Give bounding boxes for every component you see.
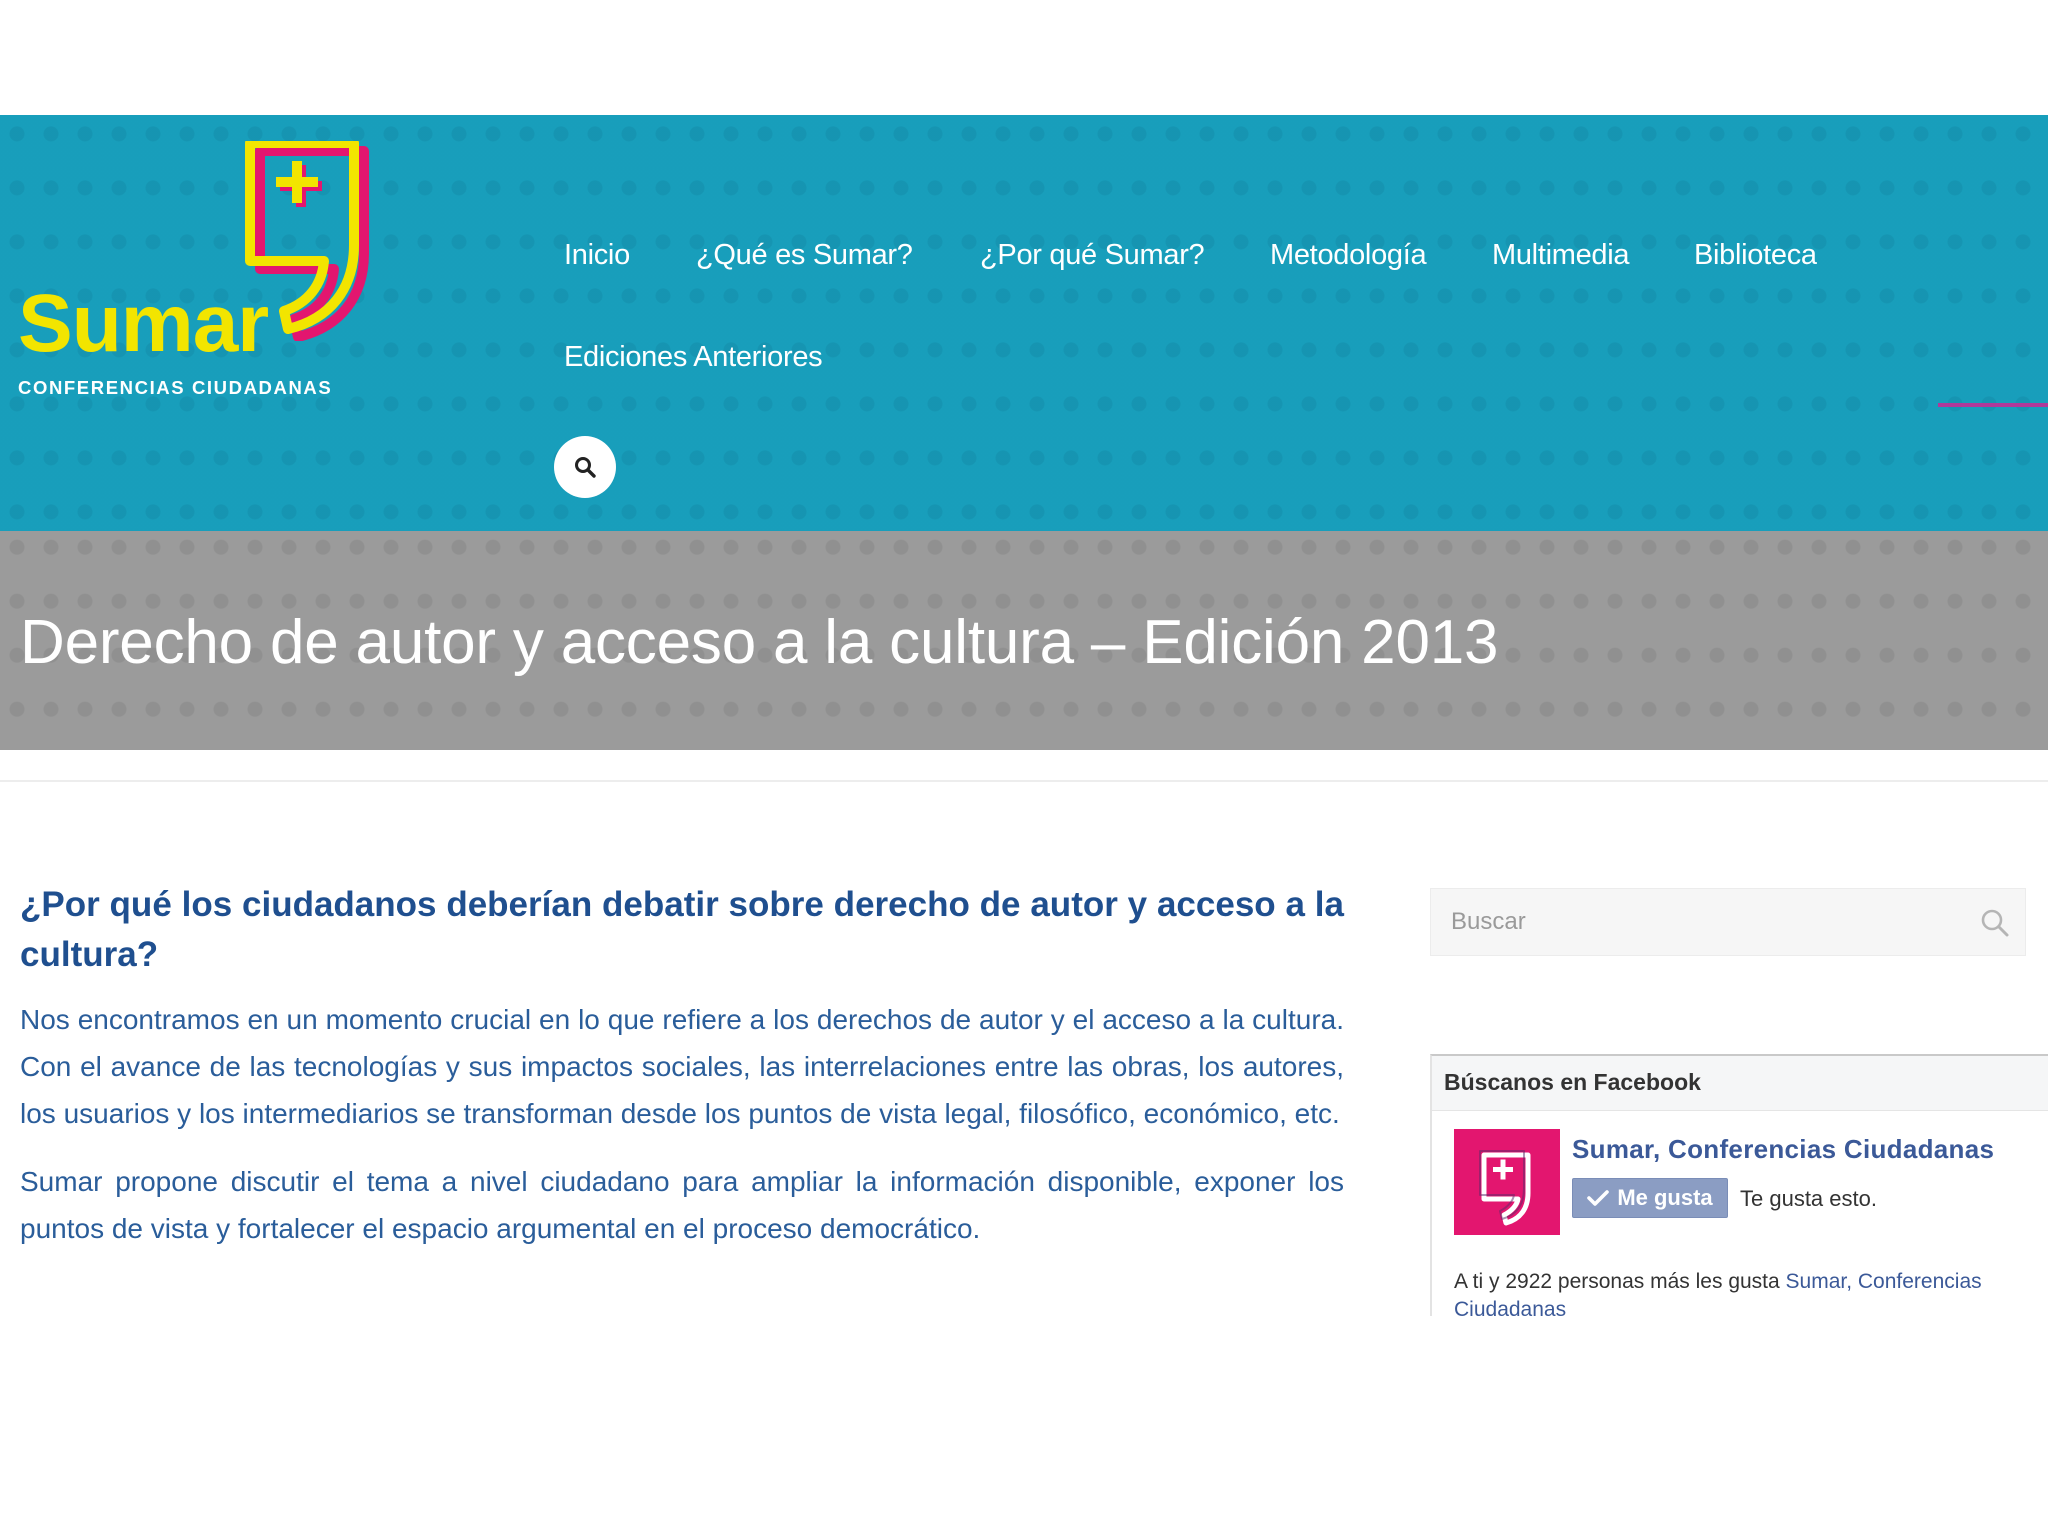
site-logo[interactable]: Sumar CONFERENCIAS CIUDADANAS [18, 141, 378, 401]
nav-item-que-es-sumar[interactable]: ¿Qué es Sumar? [696, 239, 913, 272]
facebook-widget: Búscanos en Facebook Sumar, Conferencias… [1430, 1054, 2048, 1316]
logo-tagline: CONFERENCIAS CIUDADANAS [18, 377, 333, 398]
facebook-like-label: Me gusta [1617, 1185, 1713, 1210]
facebook-widget-title: Búscanos en Facebook [1444, 1069, 1701, 1095]
nav-item-inicio[interactable]: Inicio [564, 239, 630, 272]
nav-item-metodologia[interactable]: Metodología [1270, 239, 1427, 272]
article-heading: ¿Por qué los ciudadanos deberían debatir… [20, 885, 1344, 974]
nav-item-biblioteca[interactable]: Biblioteca [1694, 239, 1817, 272]
facebook-summary-text: A ti y 2922 personas más les gusta [1454, 1270, 1786, 1293]
nav-item-multimedia[interactable]: Multimedia [1492, 239, 1630, 272]
nav-item-ediciones-anteriores[interactable]: Ediciones Anteriores [564, 341, 823, 374]
facebook-page-avatar[interactable] [1454, 1129, 1560, 1235]
nav-search-button[interactable] [554, 436, 616, 498]
site-header: Sumar CONFERENCIAS CIUDADANAS Inicio ¿Qu… [0, 115, 2048, 531]
page: Sumar CONFERENCIAS CIUDADANAS Inicio ¿Qu… [0, 0, 2048, 1535]
facebook-like-summary: A ti y 2922 personas más les gusta Sumar… [1454, 1268, 2048, 1316]
sidebar-search [1430, 888, 2026, 956]
facebook-widget-header: Búscanos en Facebook [1432, 1056, 2048, 1111]
facebook-like-status: Te gusta esto. [1740, 1186, 1877, 1211]
nav-item-por-que-sumar[interactable]: ¿Por qué Sumar? [980, 239, 1205, 272]
main-article: ¿Por qué los ciudadanos deberían debatir… [20, 880, 1344, 1252]
article-paragraph: Nos encontramos en un momento crucial en… [20, 1004, 1344, 1129]
logo-wordmark: Sumar [18, 278, 269, 369]
logo-mark-icon [1479, 1150, 1531, 1226]
divider [0, 780, 2048, 782]
page-title: Derecho de autor y acceso a la cultura –… [20, 608, 1499, 677]
nav-active-indicator [1938, 403, 2048, 407]
search-icon[interactable] [1979, 907, 2011, 939]
sidebar-search-input[interactable] [1431, 889, 1951, 955]
search-icon [575, 457, 596, 478]
facebook-page-name[interactable]: Sumar, Conferencias Ciudadanas [1572, 1134, 1994, 1165]
article-paragraph: Sumar propone discutir el tema a nivel c… [20, 1166, 1344, 1244]
page-title-band: Derecho de autor y acceso a la cultura –… [0, 531, 2048, 750]
checkmark-icon [1587, 1190, 1610, 1206]
facebook-like-button[interactable]: Me gusta [1572, 1178, 1728, 1218]
